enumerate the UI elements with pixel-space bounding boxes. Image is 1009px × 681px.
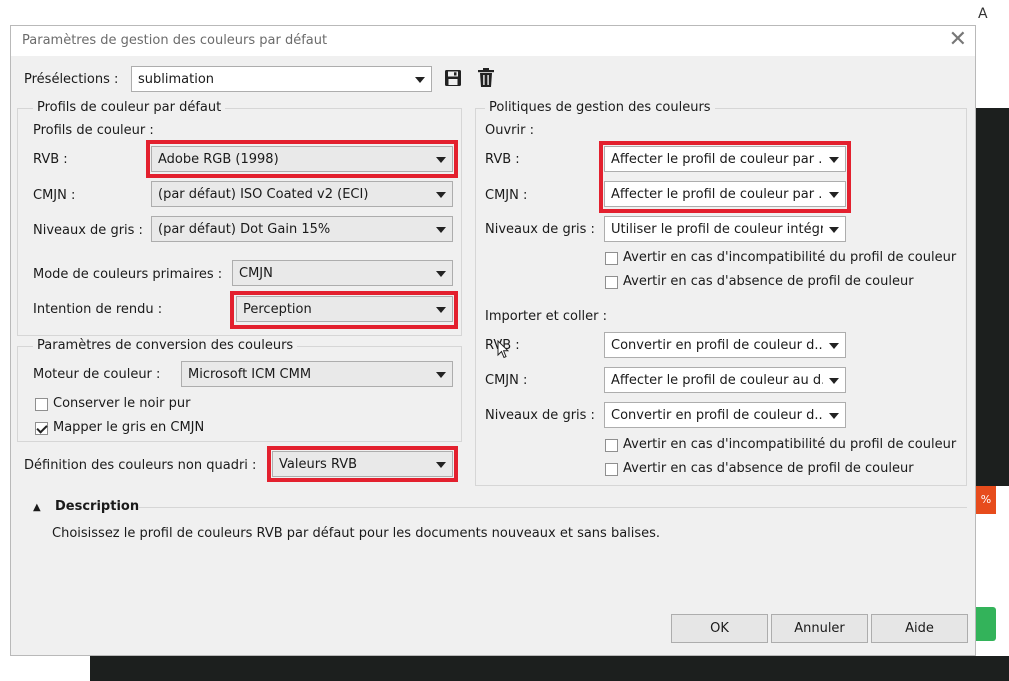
spot-colors-dropdown[interactable]: Valeurs RVB — [272, 451, 453, 477]
close-icon[interactable]: ✕ — [949, 27, 967, 53]
cmyk-profile-label: CMJN : — [33, 188, 76, 203]
chevron-down-icon — [415, 77, 425, 83]
chevron-down-icon — [436, 271, 446, 277]
profiles-sublabel: Profils de couleur : — [33, 123, 154, 138]
import-warn-missing-checkbox[interactable] — [605, 463, 618, 476]
open-rgb-value: Affecter le profil de couleur par ... — [611, 152, 823, 167]
color-engine-dropdown[interactable]: Microsoft ICM CMM — [181, 361, 453, 387]
primary-mode-label: Mode de couleurs primaires : — [33, 267, 223, 282]
help-button[interactable]: Aide — [871, 614, 968, 643]
import-cmyk-value: Affecter le profil de couleur au d... — [611, 373, 823, 388]
open-warn-missing-checkbox[interactable] — [605, 276, 618, 289]
background-image-bottom — [90, 656, 1009, 681]
chevron-down-icon — [829, 413, 839, 419]
background-badge: % — [976, 486, 996, 514]
default-profiles-legend: Profils de couleur par défaut — [33, 100, 226, 115]
chevron-down-icon — [829, 227, 839, 233]
gray-profile-label: Niveaux de gris : — [33, 223, 143, 238]
background-green-button[interactable] — [976, 607, 996, 641]
dialog-titlebar: Paramètres de gestion des couleurs par d… — [11, 26, 975, 56]
chevron-down-icon — [436, 307, 446, 313]
chevron-down-icon — [436, 192, 446, 198]
primary-mode-dropdown[interactable]: CMJN — [232, 260, 453, 286]
presets-dropdown[interactable]: sublimation — [131, 66, 432, 92]
trash-icon[interactable] — [477, 68, 495, 88]
import-cmyk-label: CMJN : — [485, 373, 528, 388]
color-engine-label: Moteur de couleur : — [33, 367, 161, 382]
description-separator — [139, 507, 967, 508]
rendering-intent-value: Perception — [243, 302, 312, 317]
open-rgb-label: RVB : — [485, 152, 520, 167]
open-gray-value: Utiliser le profil de couleur intégré — [611, 222, 823, 237]
color-engine-value: Microsoft ICM CMM — [188, 367, 312, 382]
open-warn-mismatch-checkbox[interactable] — [605, 252, 618, 265]
description-text: Choisissez le profil de couleurs RVB par… — [52, 526, 661, 541]
dialog-title: Paramètres de gestion des couleurs par d… — [22, 33, 328, 48]
import-gray-dropdown[interactable]: Convertir en profil de couleur d... — [604, 402, 846, 428]
primary-mode-value: CMJN — [239, 266, 273, 281]
description-toggle-icon[interactable]: ▲ — [33, 502, 41, 513]
rgb-profile-value: Adobe RGB (1998) — [158, 152, 279, 167]
chevron-down-icon — [436, 462, 446, 468]
background-letter: A — [978, 6, 988, 22]
conversion-legend: Paramètres de conversion des couleurs — [33, 338, 298, 353]
chevron-down-icon — [829, 157, 839, 163]
gray-profile-value: (par défaut) Dot Gain 15% — [158, 222, 331, 237]
open-warn-mismatch-label: Avertir en cas d'incompatibilité du prof… — [623, 250, 957, 265]
keep-black-checkbox[interactable] — [35, 398, 48, 411]
import-gray-label: Niveaux de gris : — [485, 408, 595, 423]
import-cmyk-dropdown[interactable]: Affecter le profil de couleur au d... — [604, 367, 846, 393]
chevron-down-icon — [436, 157, 446, 163]
rendering-intent-dropdown[interactable]: Perception — [236, 296, 453, 322]
open-label: Ouvrir : — [485, 123, 534, 138]
rgb-profile-label: RVB : — [33, 152, 68, 167]
import-gray-value: Convertir en profil de couleur d... — [611, 408, 823, 423]
policies-legend: Politiques de gestion des couleurs — [485, 100, 715, 115]
open-rgb-dropdown[interactable]: Affecter le profil de couleur par ... — [604, 146, 846, 172]
background-image-right — [976, 108, 1009, 486]
chevron-down-icon — [829, 343, 839, 349]
chevron-down-icon — [436, 372, 446, 378]
cmyk-profile-value: (par défaut) ISO Coated v2 (ECI) — [158, 187, 369, 202]
spot-colors-value: Valeurs RVB — [279, 457, 358, 472]
import-warn-mismatch-checkbox[interactable] — [605, 439, 618, 452]
open-cmyk-value: Affecter le profil de couleur par ... — [611, 187, 823, 202]
mouse-cursor-icon — [497, 340, 509, 359]
open-warn-missing-label: Avertir en cas d'absence de profil de co… — [623, 274, 914, 289]
chevron-down-icon — [436, 227, 446, 233]
rendering-intent-label: Intention de rendu : — [33, 302, 163, 317]
import-label: Importer et coller : — [485, 309, 608, 324]
import-warn-missing-label: Avertir en cas d'absence de profil de co… — [623, 461, 914, 476]
color-management-dialog: Paramètres de gestion des couleurs par d… — [10, 25, 976, 656]
chevron-down-icon — [829, 192, 839, 198]
gray-profile-dropdown[interactable]: (par défaut) Dot Gain 15% — [151, 216, 453, 242]
import-rgb-dropdown[interactable]: Convertir en profil de couleur d... — [604, 332, 846, 358]
map-gray-checkbox[interactable] — [35, 422, 48, 435]
spot-colors-label: Définition des couleurs non quadri : — [24, 458, 257, 473]
import-warn-mismatch-label: Avertir en cas d'incompatibilité du prof… — [623, 437, 957, 452]
keep-black-label: Conserver le noir pur — [53, 396, 191, 411]
rgb-profile-dropdown[interactable]: Adobe RGB (1998) — [151, 146, 453, 172]
presets-value: sublimation — [138, 72, 215, 87]
open-cmyk-dropdown[interactable]: Affecter le profil de couleur par ... — [604, 181, 846, 207]
cmyk-profile-dropdown[interactable]: (par défaut) ISO Coated v2 (ECI) — [151, 181, 453, 207]
import-rgb-value: Convertir en profil de couleur d... — [611, 338, 823, 353]
description-title: Description — [55, 499, 140, 514]
cancel-button[interactable]: Annuler — [771, 614, 868, 643]
ok-button[interactable]: OK — [671, 614, 768, 643]
chevron-down-icon — [829, 378, 839, 384]
save-icon[interactable] — [444, 69, 462, 87]
open-gray-label: Niveaux de gris : — [485, 222, 595, 237]
presets-label: Présélections : — [24, 72, 119, 87]
open-cmyk-label: CMJN : — [485, 188, 528, 203]
open-gray-dropdown[interactable]: Utiliser le profil de couleur intégré — [604, 216, 846, 242]
map-gray-label: Mapper le gris en CMJN — [53, 420, 205, 435]
